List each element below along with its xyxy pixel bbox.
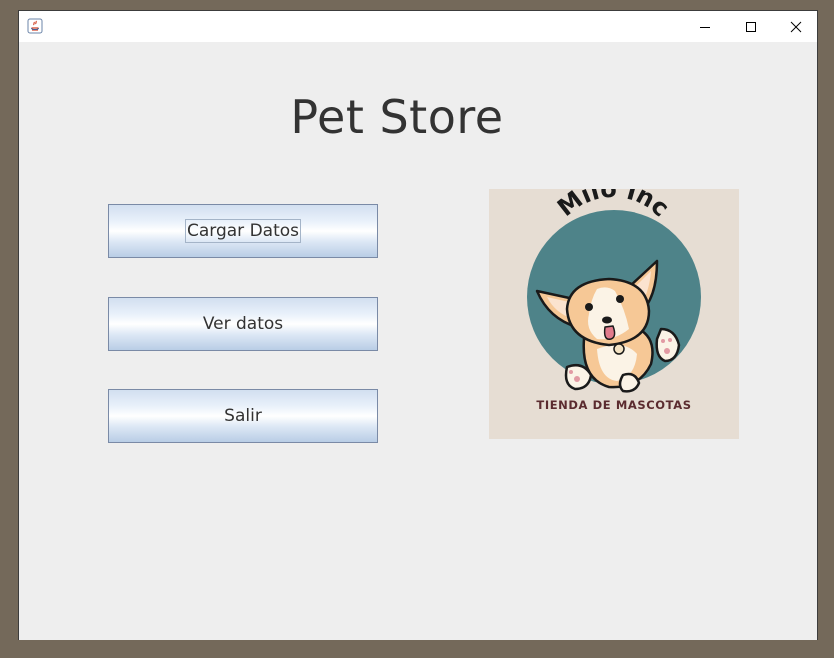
view-data-button[interactable]: Ver datos (108, 297, 378, 351)
close-icon (790, 21, 802, 32)
app-window: Pet Store Cargar Datos Ver datos Salir M… (18, 10, 818, 640)
close-button[interactable] (773, 11, 819, 42)
minimize-icon (700, 26, 710, 28)
logo-tagline: TIENDA DE MASCOTAS (536, 398, 691, 412)
exit-button[interactable]: Salir (108, 389, 378, 443)
load-data-button-label: Cargar Datos (184, 219, 301, 243)
store-logo: Milo Inc TIENDA DE MASCOTAS (489, 175, 739, 439)
minimize-button[interactable] (682, 11, 728, 42)
maximize-button[interactable] (728, 11, 774, 42)
maximize-icon (746, 21, 756, 32)
main-panel: Pet Store Cargar Datos Ver datos Salir M… (19, 42, 817, 640)
load-data-button[interactable]: Cargar Datos (108, 204, 378, 258)
page-title: Pet Store (290, 90, 504, 144)
title-bar[interactable] (19, 11, 817, 42)
view-data-button-label: Ver datos (202, 314, 284, 334)
java-app-icon[interactable] (27, 18, 43, 34)
exit-button-label: Salir (224, 406, 262, 426)
